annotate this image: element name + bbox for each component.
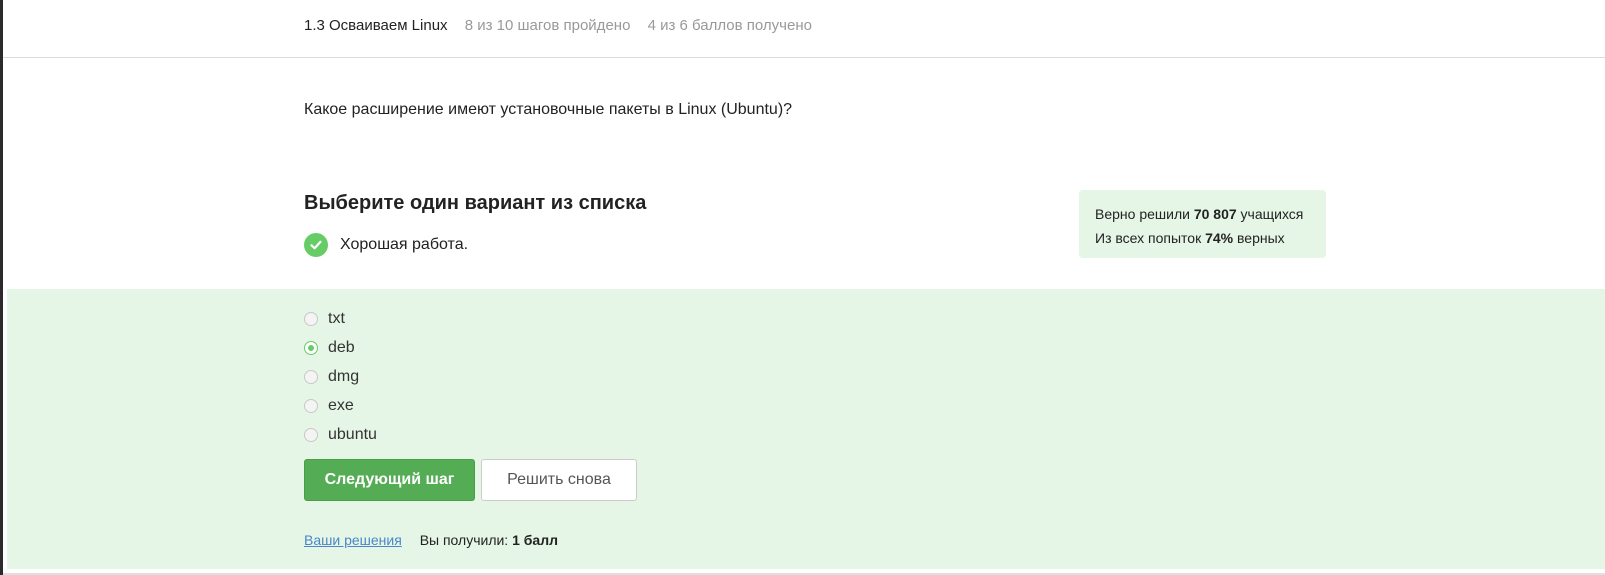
option-label: dmg	[328, 367, 360, 385]
points-progress: 4 из 6 баллов получено	[647, 17, 812, 34]
solved-prefix: Верно решили	[1095, 206, 1194, 222]
lesson-title[interactable]: 1.3 Осваиваем Linux	[304, 17, 448, 34]
score-value: 1 балл	[512, 532, 558, 548]
option-item[interactable]: exe	[304, 391, 377, 420]
footer-row: Ваши решения Вы получили: 1 балл	[304, 532, 558, 548]
feedback-text: Хорошая работа.	[340, 236, 469, 253]
your-solutions-link[interactable]: Ваши решения	[304, 532, 402, 548]
next-step-button[interactable]: Следующий шаг	[304, 459, 475, 501]
option-item[interactable]: deb	[304, 333, 377, 362]
radio-button[interactable]	[304, 427, 318, 442]
attempts-stat: Из всех попыток 74% верных	[1095, 226, 1310, 250]
solved-stat: Верно решили 70 807 учащихся	[1095, 202, 1310, 226]
radio-button[interactable]	[304, 340, 318, 355]
check-icon	[304, 233, 328, 257]
option-item[interactable]: txt	[304, 304, 377, 333]
radio-button[interactable]	[304, 311, 318, 326]
radio-button[interactable]	[304, 398, 318, 413]
option-label: txt	[328, 309, 345, 327]
quiz-title: Выберите один вариант из списка	[304, 192, 647, 214]
option-label: ubuntu	[328, 425, 377, 443]
option-label: exe	[328, 396, 354, 414]
solve-again-button[interactable]: Решить снова	[481, 459, 637, 501]
answer-area: txt deb dmg exe ubuntu Следующий шаг Реш…	[7, 289, 1605, 569]
stats-box: Верно решили 70 807 учащихся Из всех поп…	[1079, 190, 1326, 258]
score-text: Вы получили: 1 балл	[420, 532, 558, 548]
steps-progress: 8 из 10 шагов пройдено	[464, 17, 631, 34]
question-text: Какое расширение имеют установочные паке…	[304, 101, 793, 118]
lesson-header: 1.3 Осваиваем Linux 8 из 10 шагов пройде…	[3, 0, 1605, 58]
option-label: deb	[328, 338, 355, 356]
score-prefix: Вы получили:	[419, 532, 513, 548]
solved-count: 70 807	[1193, 206, 1237, 222]
lesson-header-row: 1.3 Осваиваем Linux 8 из 10 шагов пройде…	[304, 17, 812, 34]
feedback-row: Хорошая работа.	[304, 233, 468, 257]
option-item[interactable]: ubuntu	[304, 420, 377, 449]
attempts-prefix: Из всех попыток	[1095, 230, 1206, 246]
options-list: txt deb dmg exe ubuntu	[304, 304, 377, 449]
radio-button[interactable]	[304, 369, 318, 384]
attempts-suffix: верных	[1233, 230, 1285, 246]
solved-suffix: учащихся	[1236, 206, 1304, 222]
window-left-edge	[0, 0, 3, 575]
option-item[interactable]: dmg	[304, 362, 377, 391]
attempts-percent: 74%	[1205, 230, 1234, 246]
